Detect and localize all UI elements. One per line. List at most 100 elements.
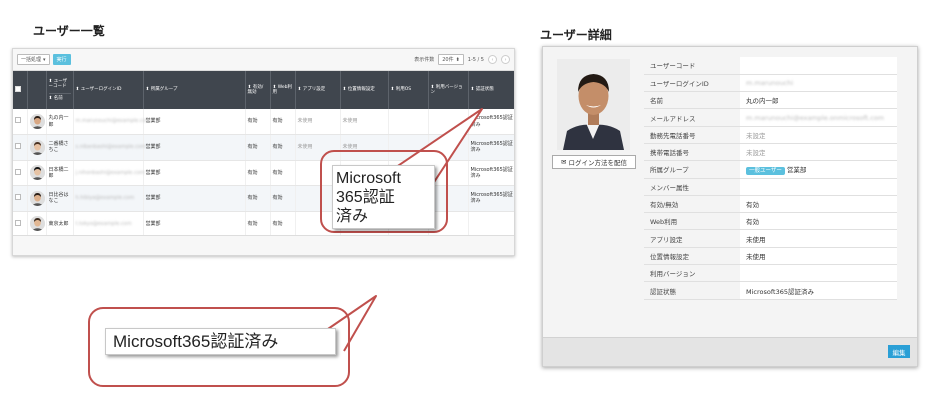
detail-row: 所属グループ 一般ユーザー 営業部 <box>644 160 897 179</box>
row-checkbox[interactable] <box>15 143 21 150</box>
detail-value: 丸の内一郎 <box>746 97 779 106</box>
col-enabled-label: 有効/無効 <box>247 84 264 95</box>
sort-user-code[interactable]: ⬍ ユーザーコード <box>49 79 71 90</box>
detail-value-cell <box>740 264 897 283</box>
avatar-header <box>27 71 47 109</box>
row-checkbox[interactable] <box>15 168 21 175</box>
table-row[interactable]: 丸の内一郎 m.marunouchi@example.com 営業部 有効 有効 未使用未… <box>13 109 514 135</box>
per-page-select[interactable]: 20件 ⬍ <box>438 54 464 65</box>
detail-label: メンバー属性 <box>644 178 740 196</box>
group-cell: 営業部 <box>143 211 246 237</box>
col-web-label: Web利用 <box>272 84 293 95</box>
user-name[interactable]: 二番橋さちこ <box>49 141 69 153</box>
version-header[interactable]: ⬍ 利用バージョン <box>428 71 469 109</box>
run-button[interactable]: 実行 <box>52 54 71 65</box>
app-header[interactable]: ⬍ アプリ設定 <box>295 71 341 109</box>
edit-button[interactable]: 編集 <box>888 345 910 358</box>
col-name-label: 名前 <box>53 95 63 101</box>
page-range: 1-5 / 5 <box>467 56 484 63</box>
login-id-header[interactable]: ⬍ ユーザーログインID <box>73 71 144 109</box>
mail-icon: ✉ <box>561 158 567 166</box>
bulk-action-select[interactable]: 一括処理 ▾ <box>17 54 50 65</box>
sort-name[interactable]: ⬍ 名前 <box>48 92 71 101</box>
group-cell: 営業部 <box>143 160 246 186</box>
login-cell: j.nihonbashi@example.com <box>73 160 145 186</box>
detail-value: 有効 <box>746 218 759 227</box>
web-header[interactable]: ⬍ Web利用 <box>270 71 296 109</box>
detail-value: m.marunouchi <box>746 78 794 87</box>
login-cell: s.nibanbashi@example.com <box>73 134 146 161</box>
detail-value-cell: 未設定 <box>740 143 897 162</box>
col-auth-label: 認証状態 <box>475 87 494 93</box>
row-checkbox[interactable] <box>15 219 21 226</box>
detail-row: 名前 丸の内一郎 <box>644 91 897 110</box>
user-detail-panel: ✉ ログイン方法を配信 ユーザーコード ユーザーログインID m.marunouchi… <box>542 46 918 367</box>
group-name: 営業部 <box>145 169 161 176</box>
detail-value: 営業部 <box>786 166 807 175</box>
enabled-cell: 有効 <box>245 109 271 135</box>
auth-header[interactable]: ⬍ 認証状態 <box>468 71 514 109</box>
detail-value: m.marunouchi@example.onmicrosoft.com <box>746 113 885 122</box>
enabled-status: 有効 <box>247 220 258 227</box>
row-checkbox[interactable] <box>15 194 21 201</box>
col-version-label: 利用バージョン <box>430 84 463 95</box>
detail-value-cell <box>740 57 897 75</box>
app-cell: 未使用 <box>295 109 341 135</box>
web-status: 有効 <box>272 169 283 176</box>
col-group-label: 所属グループ <box>150 87 178 93</box>
login-cell: h.hibiya@example.com <box>73 185 144 212</box>
send-login-method-button[interactable]: ✉ ログイン方法を配信 <box>552 155 636 169</box>
select-all-checkbox[interactable] <box>15 85 21 92</box>
detail-row: 認証状態 Microsoft365認証済み <box>644 281 897 300</box>
auth-cell <box>468 211 514 237</box>
user-name[interactable]: 日比谷はなこ <box>49 192 69 204</box>
detail-value: Microsoft365認証済み <box>746 287 814 296</box>
user-name[interactable]: 日本橋二郎 <box>49 167 69 179</box>
detail-value-cell: m.marunouchi <box>740 74 897 93</box>
user-code-name-header[interactable]: ⬍ ユーザーコード ⬍ 名前 <box>46 71 74 109</box>
detail-value-cell <box>740 178 897 196</box>
login-cell: m.marunouchi@example.com <box>73 109 151 135</box>
web-status: 有効 <box>272 118 283 125</box>
group-header[interactable]: ⬍ 所属グループ <box>143 71 246 109</box>
detail-footer: 編集 <box>543 337 917 366</box>
avatar-cell <box>27 185 47 212</box>
login-id: h.hibiya@example.com <box>75 195 135 202</box>
group-cell: 営業部 <box>143 185 246 212</box>
auth-callout-wide-text: Microsoft365認証済み <box>105 328 336 355</box>
auth-status: Microsoft365認証済み <box>470 115 513 128</box>
enabled-header[interactable]: ⬍ 有効/無効 <box>245 71 271 109</box>
detail-label: 携帯電話番号 <box>644 143 740 162</box>
detail-value-cell: 一般ユーザー 営業部 <box>740 160 897 179</box>
avatar-cell <box>27 160 47 186</box>
detail-label: Web利用 <box>644 212 740 231</box>
user-name[interactable]: 丸の内一郎 <box>49 115 69 127</box>
os-header[interactable]: ⬍ 利用OS <box>388 71 429 109</box>
col-login-id-label: ユーザーログインID <box>80 87 122 93</box>
detail-label: 有効/無効 <box>644 195 740 214</box>
detail-label: メールアドレス <box>644 108 740 127</box>
detail-row: アプリ設定 未使用 <box>644 229 897 248</box>
detail-section-title: ユーザー詳細 <box>540 28 612 42</box>
name-cell: 丸の内一郎 <box>46 109 74 135</box>
table-header-row: ⬍ ユーザーコード ⬍ 名前 ⬍ ユーザーログインID ⬍ 所属グループ ⬍ 有効… <box>13 71 514 109</box>
next-page-icon[interactable]: › <box>501 55 510 64</box>
auth-status: Microsoft365認証済み <box>470 166 513 179</box>
location-header[interactable]: ⬍ 位置情報設定 <box>340 71 389 109</box>
select-all-header[interactable] <box>13 71 28 109</box>
detail-row: ユーザーログインID m.marunouchi <box>644 74 897 93</box>
detail-value-cell: 未使用 <box>740 247 897 266</box>
web-status: 有効 <box>272 144 283 151</box>
name-cell: 日比谷はなこ <box>46 185 74 212</box>
detail-row: 利用バージョン <box>644 264 897 283</box>
detail-row: 有効/無効 有効 <box>644 195 897 214</box>
detail-label: ユーザーコード <box>644 57 740 75</box>
user-name[interactable]: 東京太郎 <box>49 221 69 227</box>
group-name: 営業部 <box>145 220 161 227</box>
avatar-cell <box>27 134 47 161</box>
prev-page-icon[interactable]: ‹ <box>488 55 497 64</box>
row-checkbox[interactable] <box>15 117 21 124</box>
group-cell: 営業部 <box>143 109 246 135</box>
detail-value-cell: m.marunouchi@example.onmicrosoft.com <box>740 108 897 127</box>
enabled-status: 有効 <box>247 169 258 176</box>
